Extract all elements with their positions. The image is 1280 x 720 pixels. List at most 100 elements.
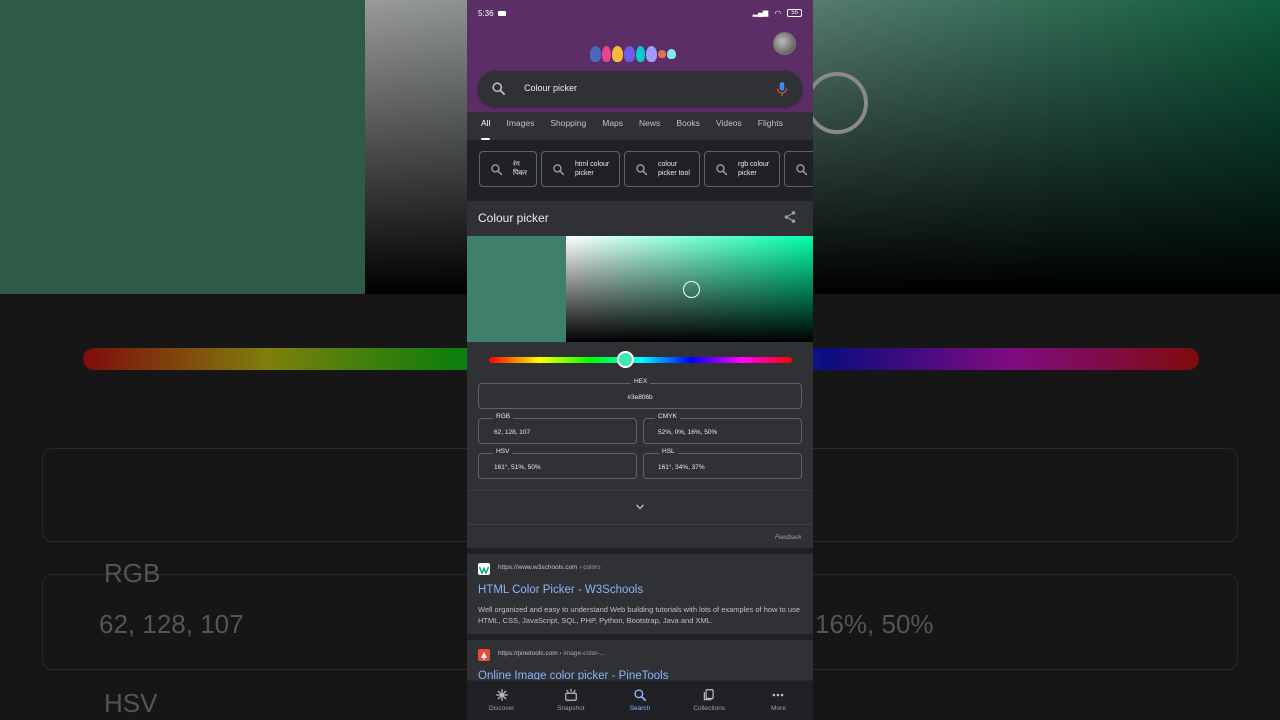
nav-snapshot[interactable]: Snapshot <box>536 681 605 720</box>
search-icon <box>553 163 565 175</box>
rgb-value[interactable]: 62, 128, 107 <box>494 429 530 436</box>
nav-label: Snapshot <box>557 705 585 712</box>
tab-books[interactable]: Books <box>676 112 700 140</box>
bottom-navigation: Discover Snapshot Search Collections Mor… <box>467 680 813 720</box>
related-searches: रंग पिकर html colour picker colour picker t… <box>479 151 813 187</box>
mic-icon[interactable] <box>775 81 789 97</box>
cmyk-field[interactable]: CMYK 52%, 0%, 16%, 50% <box>643 413 802 444</box>
phone-screen: 5:36 ▂▄▆ ◠ 55 Colour picker All Images S… <box>467 0 813 720</box>
hex-value[interactable]: #3e806b <box>479 394 801 401</box>
search-icon <box>636 163 648 175</box>
nav-label: Discover <box>488 705 515 712</box>
tab-videos[interactable]: Videos <box>716 112 742 140</box>
background-label-rgb: RGB <box>104 558 161 588</box>
search-icon <box>796 163 808 175</box>
wifi-icon: ◠ <box>774 8 782 18</box>
background-swatch <box>0 0 365 294</box>
feedback-link[interactable]: Feedback <box>775 535 801 541</box>
result-description: Well organized and easy to understand We… <box>478 605 800 625</box>
result-title[interactable]: HTML Color Picker - W3Schools <box>478 584 643 596</box>
background-label-hsv: HSV <box>104 688 158 718</box>
battery-icon: 55 <box>787 9 802 17</box>
result-url: https://www.w3schools.com › colors <box>498 564 601 571</box>
search-result[interactable]: https://pinetools.com › image-color-... … <box>467 640 813 682</box>
search-input[interactable]: Colour picker <box>524 83 577 93</box>
pinetools-favicon-icon <box>478 649 490 661</box>
google-doodle[interactable] <box>590 42 690 66</box>
card-title: Colour picker <box>478 211 549 225</box>
more-icon <box>773 693 784 697</box>
chip-label: पिकर <box>513 170 528 177</box>
hsl-label: HSL <box>659 448 678 455</box>
result-domain: https://pinetools.com <box>498 650 558 657</box>
hsv-field[interactable]: HSV 161°, 51%, 50% <box>478 448 637 479</box>
related-search-chip[interactable] <box>784 151 813 187</box>
divider <box>467 524 813 525</box>
background-value-rgb: 62, 128, 107 <box>99 609 244 639</box>
signal-icon: ▂▄▆ <box>752 10 769 17</box>
hsv-label: HSV <box>493 448 513 455</box>
search-icon[interactable] <box>491 81 506 96</box>
snapshot-icon <box>564 688 577 701</box>
colour-picker-card: Colour picker HEX #3e806b RGB 62, 128, 1… <box>467 201 813 548</box>
related-search-chip[interactable]: html colour picker <box>541 151 620 187</box>
result-url: https://pinetools.com › image-color-... <box>498 650 605 657</box>
hsv-value[interactable]: 161°, 51%, 50% <box>494 464 541 471</box>
hsl-value[interactable]: 161°, 34%, 37% <box>658 464 705 471</box>
search-tabs: All Images Shopping Maps News Books Vide… <box>467 112 813 140</box>
status-time: 5:36 <box>478 8 494 18</box>
tab-flights[interactable]: Flights <box>758 112 783 140</box>
asterisk-icon <box>495 689 508 701</box>
rgb-label: RGB <box>493 413 514 420</box>
chevron-down-icon[interactable] <box>634 501 646 513</box>
tab-news[interactable]: News <box>639 112 660 140</box>
saturation-value-area[interactable] <box>566 236 813 342</box>
nav-label: More <box>771 705 786 712</box>
search-result[interactable]: https://www.w3schools.com › colors HTML … <box>467 554 813 634</box>
background-ring <box>806 72 868 134</box>
status-bar: 5:36 ▂▄▆ ◠ 55 <box>478 7 802 19</box>
hue-slider-handle[interactable] <box>616 351 634 368</box>
hue-slider[interactable] <box>489 351 792 368</box>
result-breadcrumb: › image-color-... <box>557 650 605 657</box>
chip-label: colour <box>658 161 678 168</box>
avatar[interactable] <box>773 32 796 55</box>
nav-discover[interactable]: Discover <box>467 681 536 720</box>
result-domain: https://www.w3schools.com <box>498 564 578 571</box>
chip-label: picker <box>738 170 757 177</box>
tab-maps[interactable]: Maps <box>602 112 623 140</box>
nav-label: Collections <box>693 705 726 712</box>
hsl-field[interactable]: HSL 161°, 34%, 37% <box>643 448 802 479</box>
chip-label: rgb colour <box>738 161 770 168</box>
search-bar[interactable]: Colour picker <box>478 71 802 106</box>
background-value-cmyk: 16%, 50% <box>815 609 934 639</box>
nav-search[interactable]: Search <box>605 681 674 720</box>
related-search-chip[interactable]: colour picker tool <box>624 151 700 187</box>
color-preview-swatch <box>467 236 566 342</box>
divider <box>467 490 813 491</box>
chip-label: picker <box>575 170 594 177</box>
cmyk-label: CMYK <box>655 413 680 420</box>
tab-all[interactable]: All <box>481 112 491 140</box>
chip-label: html colour <box>575 161 610 168</box>
chip-label: रंग <box>513 161 520 168</box>
hex-field[interactable]: HEX #3e806b <box>478 378 802 409</box>
nav-label: Search <box>629 705 651 712</box>
tab-shopping[interactable]: Shopping <box>550 112 586 140</box>
chip-label: picker tool <box>658 170 690 177</box>
result-breadcrumb: › colors <box>577 564 601 571</box>
search-icon <box>634 689 647 702</box>
nav-more[interactable]: More <box>744 681 813 720</box>
nav-collections[interactable]: Collections <box>675 681 744 720</box>
cmyk-value[interactable]: 52%, 0%, 16%, 50% <box>658 429 717 436</box>
related-search-chip[interactable]: रंग पिकर <box>479 151 537 187</box>
related-search-chip[interactable]: rgb colour picker <box>704 151 780 187</box>
rgb-field[interactable]: RGB 62, 128, 107 <box>478 413 637 444</box>
search-icon <box>491 163 503 175</box>
saturation-value-handle[interactable] <box>683 280 701 298</box>
share-icon[interactable] <box>783 210 797 224</box>
collections-icon <box>703 689 714 701</box>
tab-images[interactable]: Images <box>506 112 534 140</box>
w3schools-favicon-icon <box>478 563 490 575</box>
hex-label: HEX <box>631 378 651 385</box>
